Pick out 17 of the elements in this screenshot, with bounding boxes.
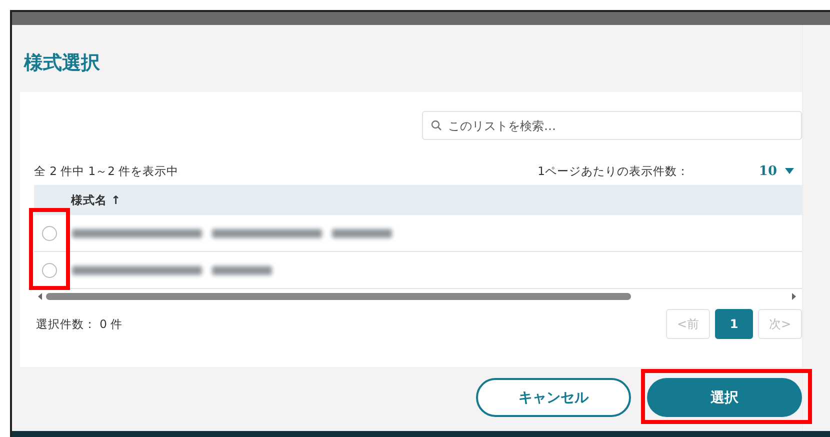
sort-indicator[interactable]: ↑ (111, 193, 121, 207)
selection-count: 選択件数： 0 件 (35, 316, 123, 332)
column-header[interactable]: 様式名 (71, 192, 107, 208)
dialog-title: 様式選択 (22, 51, 101, 76)
cancel-button[interactable]: キャンセル (476, 378, 631, 417)
select-button[interactable]: 選択 (647, 378, 802, 417)
scrollbar-thumb[interactable] (46, 292, 631, 300)
caret-icon (785, 168, 794, 174)
search-field[interactable]: このリストを検索… (422, 111, 802, 140)
page-size-label: 1ページあたりの表示件数： (538, 164, 689, 178)
radio-button[interactable] (42, 262, 57, 278)
radio-button[interactable] (42, 226, 57, 240)
scroll-right-icon[interactable] (792, 292, 796, 300)
page-size-dropdown[interactable]: 10 (758, 164, 794, 178)
scroll-left-icon[interactable] (38, 292, 42, 300)
result-summary: 全 2 件中 1～2 件を表示中 (34, 164, 179, 178)
page-button[interactable]: 1 (715, 309, 753, 339)
